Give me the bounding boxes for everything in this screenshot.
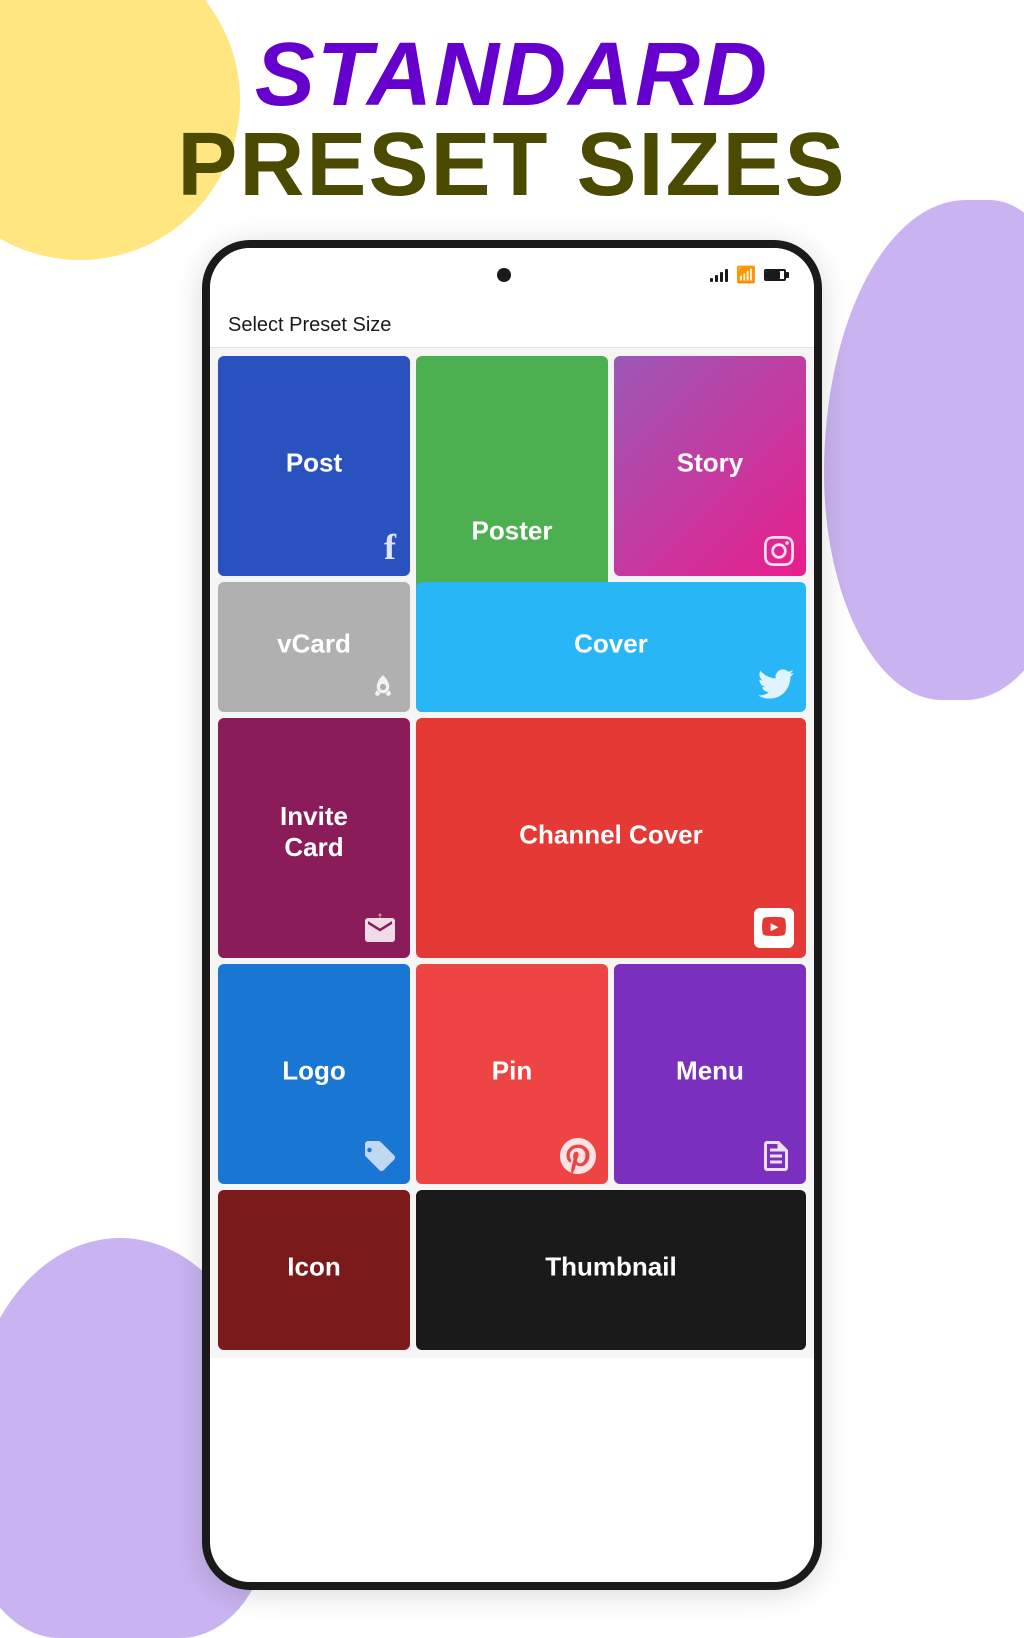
tile-cover[interactable]: Cover (416, 582, 806, 712)
tile-invite[interactable]: Invite Card (218, 718, 410, 958)
tile-logo[interactable]: Logo (218, 964, 410, 1184)
phone-frame: 📶 Select Preset Size Post f Poster (202, 240, 822, 1590)
preset-grid: Post f Poster Story vCard (210, 348, 814, 1358)
phone-container: 📶 Select Preset Size Post f Poster (0, 230, 1024, 1590)
tile-menu-label: Menu (614, 1055, 806, 1086)
tile-channel-label: Channel Cover (416, 819, 806, 850)
phone-status-bar: 📶 (210, 248, 814, 302)
youtube-icon (754, 908, 794, 948)
facebook-icon: f (384, 526, 396, 568)
tile-icon-label: Icon (218, 1251, 410, 1282)
tile-cover-label: Cover (416, 628, 806, 659)
logo-icon (362, 1138, 398, 1174)
tile-poster-label: Poster (416, 515, 608, 546)
tile-vcard-label: vCard (218, 628, 410, 659)
tile-post[interactable]: Post f (218, 356, 410, 576)
twitter-icon (758, 666, 794, 702)
title-line1: STANDARD (0, 30, 1024, 120)
screen-title: Select Preset Size (228, 314, 391, 336)
tile-story[interactable]: Story (614, 356, 806, 576)
tile-icon[interactable]: Icon (218, 1190, 410, 1350)
tile-post-label: Post (218, 447, 410, 478)
screen-header: Select Preset Size (210, 302, 814, 348)
signal-icon (710, 268, 728, 282)
title-area: STANDARD PRESET SIZES (0, 0, 1024, 230)
invite-icon (362, 912, 398, 948)
title-line2: PRESET SIZES (0, 120, 1024, 210)
tile-pin[interactable]: Pin (416, 964, 608, 1184)
menu-document-icon (758, 1138, 794, 1174)
phone-camera-area (298, 268, 710, 282)
tile-vcard[interactable]: vCard (218, 582, 410, 712)
phone-camera (497, 268, 511, 282)
instagram-icon (764, 536, 794, 566)
tile-thumbnail[interactable]: Thumbnail (416, 1190, 806, 1350)
rocket-icon (368, 672, 398, 702)
tile-story-label: Story (614, 447, 806, 478)
tile-thumbnail-label: Thumbnail (416, 1251, 806, 1282)
tile-menu[interactable]: Menu (614, 964, 806, 1184)
tile-channel-cover[interactable]: Channel Cover (416, 718, 806, 958)
battery-icon (764, 269, 786, 281)
tile-pin-label: Pin (416, 1055, 608, 1086)
tile-invite-label: Invite Card (218, 801, 410, 863)
wifi-icon: 📶 (736, 265, 756, 285)
pinterest-icon (560, 1138, 596, 1174)
tile-logo-label: Logo (218, 1055, 410, 1086)
phone-status-icons: 📶 (710, 265, 786, 285)
